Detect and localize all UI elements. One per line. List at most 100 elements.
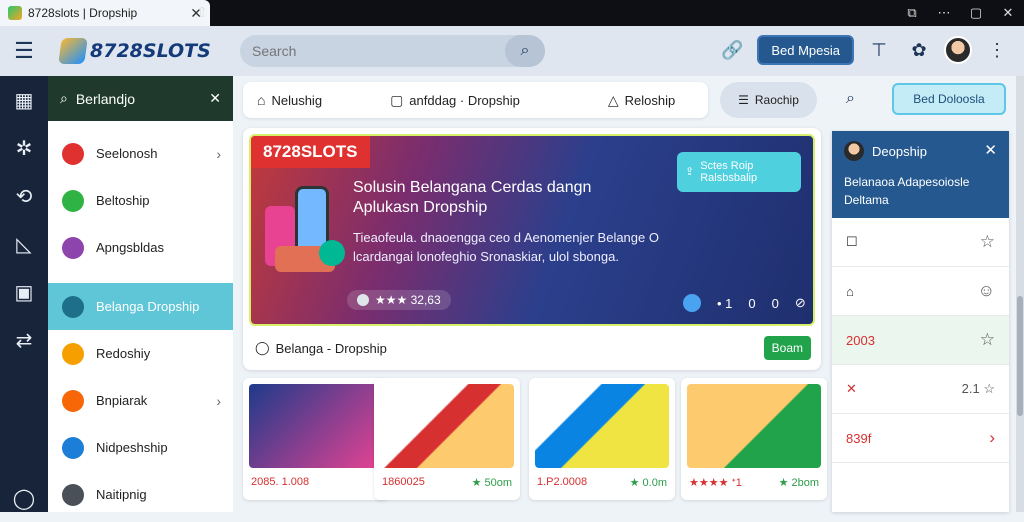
sidebar-item-icon [62, 389, 84, 412]
product-card[interactable]: 1860025 ★ 50om [374, 378, 520, 500]
panel-row[interactable]: ✕ 2.1 ☆ [832, 365, 1009, 414]
scrollbar[interactable] [1016, 76, 1024, 512]
brand-logo[interactable]: 8728SLOTS [58, 38, 211, 64]
menu-icon[interactable]: ⋯ [928, 0, 960, 26]
dashboard-button[interactable]: Bed Doloosla [892, 83, 1006, 115]
product-card[interactable]: 1.P2.0008 ★ 0.0m [529, 378, 675, 500]
sidebar-item-icon [62, 436, 84, 459]
star-icon[interactable]: 2.1 ☆ [962, 381, 995, 397]
hero-control[interactable]: • 1 [717, 296, 732, 311]
hero-brand: 8728SLOTS [251, 136, 370, 168]
product-price: 1860025 [382, 476, 425, 488]
sidebar: ⌕ Berlandjo ✕ Seelonosh › Beltoship Apng… [48, 76, 233, 512]
scrollbar-thumb[interactable] [1017, 296, 1023, 416]
main-content: ⌂ Nelushig ▢ anfddag · Dropship △ Reloship … [233, 76, 828, 512]
new-tab-icon[interactable]: ⇧ [196, 4, 208, 21]
sidebar-item[interactable]: Naitipnig [48, 471, 233, 518]
side-panel: Deopship ✕ Belanaoa Adapesoiosle Deltama… [832, 131, 1009, 512]
hero-controls: • 1 0 0 ⊘ [683, 294, 806, 312]
chevron-right-icon[interactable]: › [989, 428, 995, 448]
product-image [380, 384, 514, 468]
subnav-pill[interactable]: ☰ Raochip [720, 82, 817, 118]
sidebar-search-label: Berlandjo [75, 90, 135, 107]
hero-footer-button[interactable]: Boam [763, 336, 811, 360]
restore-icon[interactable]: ⧉ [896, 0, 928, 26]
monitor-icon[interactable]: ▣ [0, 268, 48, 316]
hero-banner[interactable]: 8728SLOTS Solusin Belangana Cerdas dangn… [249, 134, 815, 326]
product-card[interactable]: ★★★★ ᐩ1 ★ 2bom [681, 378, 827, 500]
sidebar-item-active[interactable]: Belanga Dropship [48, 283, 233, 330]
favicon-icon [8, 6, 22, 20]
globe-icon[interactable] [683, 294, 701, 312]
star-icon[interactable]: ☆ [980, 330, 995, 350]
product-price: 1.P2.0008 [537, 476, 588, 488]
avatar [844, 141, 864, 161]
header-action-button[interactable]: Bed Mpesia [757, 35, 854, 65]
sidebar-item[interactable]: Bnpiarak › [48, 377, 233, 424]
hero-card: 8728SLOTS Solusin Belangana Cerdas dangn… [243, 128, 821, 370]
hero-control[interactable]: 0 [748, 296, 755, 311]
close-icon[interactable]: ✕ [209, 90, 221, 107]
hero-control[interactable]: 0 [772, 296, 779, 311]
sidebar-item-label: Apngsbldas [96, 240, 164, 255]
sidebar-search[interactable]: ⌕ Berlandjo ✕ [48, 76, 233, 121]
gear-icon[interactable]: ✲ [0, 124, 48, 172]
search-icon[interactable]: ⌕ [505, 35, 545, 67]
link-icon[interactable]: 🔗 [717, 35, 747, 65]
chart-icon[interactable]: ◺ [0, 220, 48, 268]
panel-row[interactable]: 2003 ☆ [832, 316, 1009, 365]
avatar[interactable] [944, 36, 972, 64]
subnav-item[interactable]: △ Reloship [594, 92, 689, 109]
search-input[interactable] [252, 43, 502, 59]
product-card[interactable]: 2085. 1.008 [243, 378, 389, 500]
panel-title: Deopship [872, 143, 927, 159]
brand-name: 8728SLOTS [90, 40, 211, 62]
close-icon[interactable]: ✕ [846, 381, 962, 397]
product-grid: 2085. 1.008 1860025 ★ 50om 1.P2.0008 ★ 0… [243, 378, 827, 508]
sidebar-item-label: Belanga Dropship [96, 299, 200, 314]
sidebar-item[interactable]: Redoshiy [48, 330, 233, 377]
transfer-icon[interactable]: ⇄ [0, 316, 48, 364]
maximize-icon[interactable]: ▢ [960, 0, 992, 26]
hero-control[interactable]: ⊘ [795, 295, 806, 311]
product-price: 2085. 1.008 [251, 476, 310, 488]
more-icon[interactable]: ⋮ [982, 35, 1012, 65]
subnav-item[interactable]: ⌂ Nelushig [243, 92, 336, 108]
product-image [535, 384, 669, 468]
panel-row-value: 2003 [846, 332, 875, 348]
header-actions: 🔗 Bed Mpesia ⊤ ✿ ⋮ [717, 35, 1012, 65]
filter-icon[interactable]: ⊤ [864, 35, 894, 65]
panel-row[interactable]: ☐ ☆ [832, 218, 1009, 267]
sidebar-item[interactable]: Seelonosh › [48, 130, 233, 177]
browser-tab[interactable]: 8728slots | Dropship ✕ [0, 0, 210, 26]
sync-icon[interactable]: ⟲ [0, 172, 48, 220]
close-window-icon[interactable]: ✕ [992, 0, 1024, 26]
message-icon[interactable]: ☺ [978, 281, 995, 301]
home-icon: ⌂ [257, 92, 266, 108]
sidebar-item-icon [62, 295, 84, 318]
circle-icon[interactable]: ◯ [0, 474, 48, 522]
star-icon[interactable]: ☆ [980, 232, 995, 252]
promo-button[interactable]: ⇪ Sctes Roip Ralsbsbalip [677, 152, 801, 192]
product-image [249, 384, 383, 468]
tab-title: 8728slots | Dropship [28, 6, 138, 20]
sidebar-item-icon [62, 189, 84, 212]
search-icon[interactable]: ⌕ [846, 90, 855, 108]
product-rating: ★ 0.0m [629, 477, 667, 489]
panel-row[interactable]: ⌂ ☺ [832, 267, 1009, 316]
store-icon[interactable]: ▦ [0, 76, 48, 124]
flower-icon[interactable]: ✿ [904, 35, 934, 65]
sidebar-item[interactable]: Beltoship [48, 177, 233, 224]
panel-row-value: 839f [846, 430, 872, 446]
sidebar-item[interactable]: Apngsbldas [48, 224, 233, 271]
hamburger-icon[interactable]: ☰ [0, 26, 48, 76]
sidebar-item-icon [62, 142, 84, 165]
sidebar-item[interactable]: Nidpeshship [48, 424, 233, 471]
product-price: ★★★★ ᐩ1 [689, 477, 742, 489]
close-icon[interactable]: ✕ [984, 141, 997, 159]
subnav-label: Nelushig [271, 92, 323, 108]
sidebar-item-label: Naitipnig [96, 487, 147, 502]
checkbox-icon[interactable]: ☐ [846, 234, 980, 250]
panel-row[interactable]: 839f › [832, 414, 1009, 463]
subnav-item[interactable]: ▢ anfddag · Dropship [376, 92, 534, 109]
